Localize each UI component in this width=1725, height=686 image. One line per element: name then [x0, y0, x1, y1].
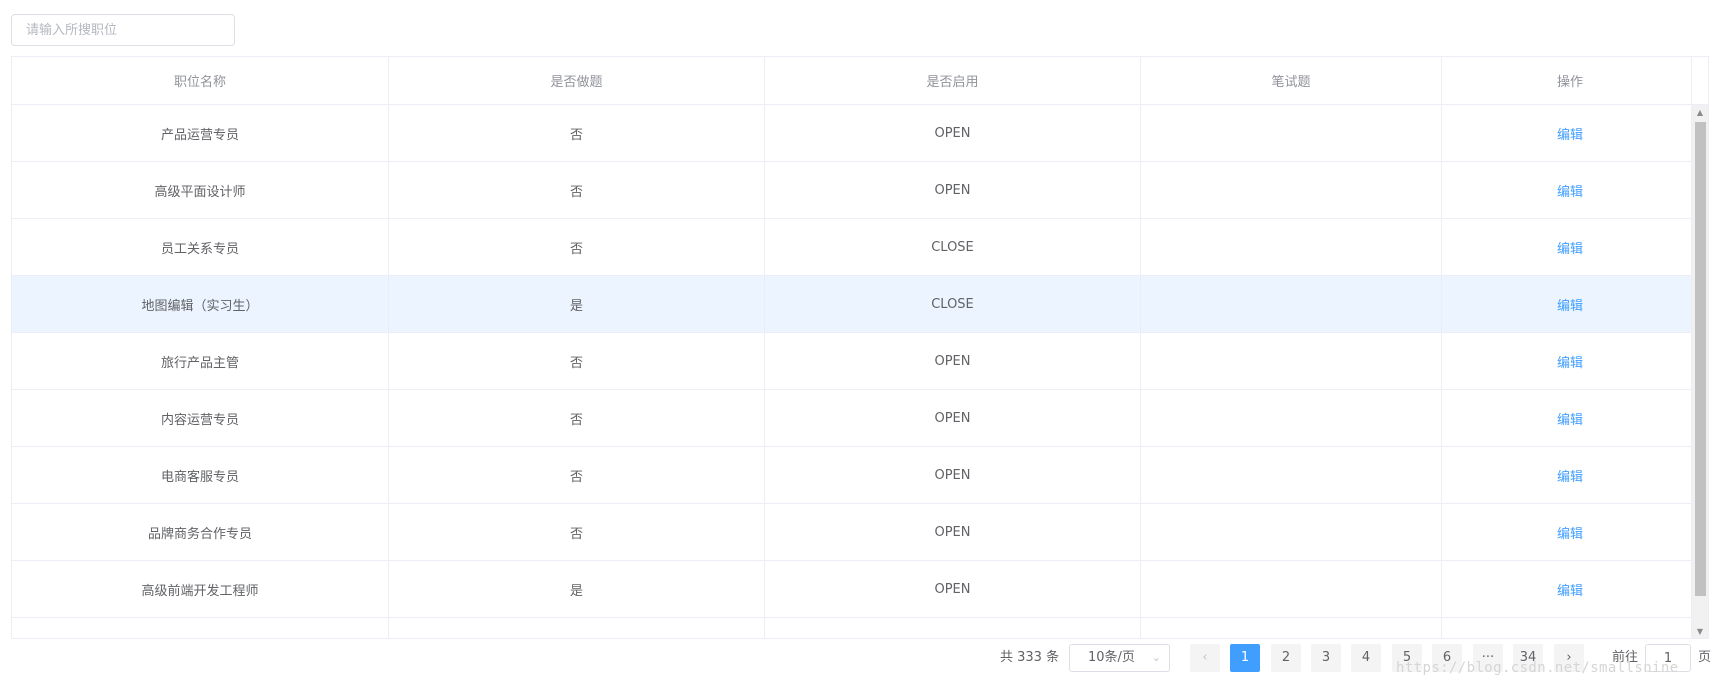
cell-status: OPEN: [765, 162, 1141, 218]
cell-exam: [1141, 105, 1442, 161]
search-input[interactable]: [11, 14, 235, 46]
cell-status: [765, 618, 1141, 638]
cell-actions: 编辑: [1442, 162, 1698, 218]
cell-position-name: 品牌商务合作专员: [12, 504, 389, 560]
cell-exam: [1141, 618, 1442, 638]
column-header-enabled[interactable]: 是否启用: [765, 57, 1141, 104]
cell-exam: [1141, 561, 1442, 617]
cell-quiz: 是: [389, 561, 765, 617]
scroll-down-icon[interactable]: ▼: [1692, 624, 1708, 638]
column-header-quiz[interactable]: 是否做题: [389, 57, 765, 104]
cell-exam: [1141, 162, 1442, 218]
cell-status: OPEN: [765, 390, 1141, 446]
table-row[interactable]: 内容运营专员 否 OPEN 编辑: [12, 390, 1698, 447]
cell-actions: 编辑: [1442, 333, 1698, 389]
cell-status: OPEN: [765, 504, 1141, 560]
cell-position-name: 内容运营专员: [12, 390, 389, 446]
watermark: https://blog.csdn.net/smallsnine: [1396, 660, 1679, 676]
chevron-down-icon: ⌄: [1151, 651, 1161, 664]
cell-status: CLOSE: [765, 276, 1141, 332]
positions-table: 职位名称 是否做题 是否启用 笔试题 操作 产品运营专员 否 OPEN 编辑 高…: [11, 56, 1709, 639]
cell-position-name: 高级前端开发工程师: [12, 561, 389, 617]
cell-exam: [1141, 276, 1442, 332]
cell-quiz: 否: [389, 504, 765, 560]
cell-status: OPEN: [765, 105, 1141, 161]
table-row[interactable]: 旅行产品主管 否 OPEN 编辑: [12, 333, 1698, 390]
cell-status: CLOSE: [765, 219, 1141, 275]
edit-link[interactable]: 编辑: [1557, 580, 1583, 599]
table-header: 职位名称 是否做题 是否启用 笔试题 操作: [12, 57, 1698, 105]
cell-actions: 编辑: [1442, 390, 1698, 446]
cell-actions: 编辑: [1442, 561, 1698, 617]
cell-exam: [1141, 219, 1442, 275]
cell-actions: 编辑: [1442, 219, 1698, 275]
column-header-actions: 操作: [1556, 75, 1583, 90]
table-row-hovered[interactable]: 地图编辑（实习生） 是 CLOSE 编辑: [12, 276, 1698, 333]
page-button-1[interactable]: 1: [1230, 644, 1260, 672]
cell-exam: [1141, 333, 1442, 389]
cell-quiz: 是: [389, 276, 765, 332]
cell-actions: 编辑: [1442, 276, 1698, 332]
cell-status: OPEN: [765, 561, 1141, 617]
cell-quiz: 否: [389, 105, 765, 161]
scroll-up-icon[interactable]: ▲: [1692, 105, 1708, 119]
header-gutter: [1691, 57, 1708, 105]
cell-quiz: 否: [389, 390, 765, 446]
cell-status: OPEN: [765, 333, 1141, 389]
edit-link[interactable]: 编辑: [1557, 352, 1583, 371]
cell-quiz: 否: [389, 333, 765, 389]
page-button-3[interactable]: 3: [1311, 644, 1341, 672]
table-row[interactable]: 高级前端开发工程师 是 OPEN 编辑: [12, 561, 1698, 618]
cell-position-name: 产品运营专员: [12, 105, 389, 161]
cell-position-name: 高级平面设计师: [12, 162, 389, 218]
edit-link[interactable]: 编辑: [1557, 238, 1583, 257]
cell-exam: [1141, 504, 1442, 560]
total-count: 共 333 条: [1000, 650, 1060, 665]
edit-link[interactable]: 编辑: [1557, 295, 1583, 314]
table-body: 产品运营专员 否 OPEN 编辑 高级平面设计师 否 OPEN 编辑 员工关系专…: [12, 105, 1698, 638]
column-header-position-name[interactable]: 职位名称: [12, 57, 389, 104]
prev-page-button[interactable]: ‹: [1190, 644, 1220, 672]
cell-actions: [1442, 618, 1698, 638]
edit-link[interactable]: 编辑: [1557, 181, 1583, 200]
cell-actions: 编辑: [1442, 105, 1698, 161]
table-row[interactable]: 产品运营专员 否 OPEN 编辑: [12, 105, 1698, 162]
cell-exam: [1141, 447, 1442, 503]
cell-position-name: 电商客服专员: [12, 447, 389, 503]
cell-actions: 编辑: [1442, 504, 1698, 560]
cell-status: OPEN: [765, 447, 1141, 503]
cell-quiz: 否: [389, 162, 765, 218]
page-size-select[interactable]: 10条/页 ⌄: [1069, 644, 1170, 672]
page-button-2[interactable]: 2: [1271, 644, 1301, 672]
edit-link[interactable]: 编辑: [1557, 466, 1583, 485]
cell-position-name: 员工关系专员: [12, 219, 389, 275]
table-row-partial[interactable]: [12, 618, 1698, 638]
cell-quiz: [389, 618, 765, 638]
cell-quiz: 否: [389, 219, 765, 275]
edit-link[interactable]: 编辑: [1557, 523, 1583, 542]
cell-exam: [1141, 390, 1442, 446]
goto-suffix: 页: [1698, 650, 1712, 665]
table-row[interactable]: 电商客服专员 否 OPEN 编辑: [12, 447, 1698, 504]
edit-link[interactable]: 编辑: [1557, 124, 1583, 143]
cell-actions: 编辑: [1442, 447, 1698, 503]
table-scrollbar[interactable]: ▲ ▼: [1691, 105, 1708, 638]
table-row[interactable]: 员工关系专员 否 CLOSE 编辑: [12, 219, 1698, 276]
page-size-value: 10条/页: [1088, 650, 1135, 665]
table-row[interactable]: 高级平面设计师 否 OPEN 编辑: [12, 162, 1698, 219]
cell-position-name: 旅行产品主管: [12, 333, 389, 389]
cell-quiz: 否: [389, 447, 765, 503]
cell-position-name: [12, 618, 389, 638]
page-button-4[interactable]: 4: [1351, 644, 1381, 672]
cell-position-name: 地图编辑（实习生）: [12, 276, 389, 332]
edit-link[interactable]: 编辑: [1557, 409, 1583, 428]
scrollbar-thumb[interactable]: [1695, 122, 1706, 596]
column-header-exam[interactable]: 笔试题: [1141, 57, 1442, 104]
table-row[interactable]: 品牌商务合作专员 否 OPEN 编辑: [12, 504, 1698, 561]
